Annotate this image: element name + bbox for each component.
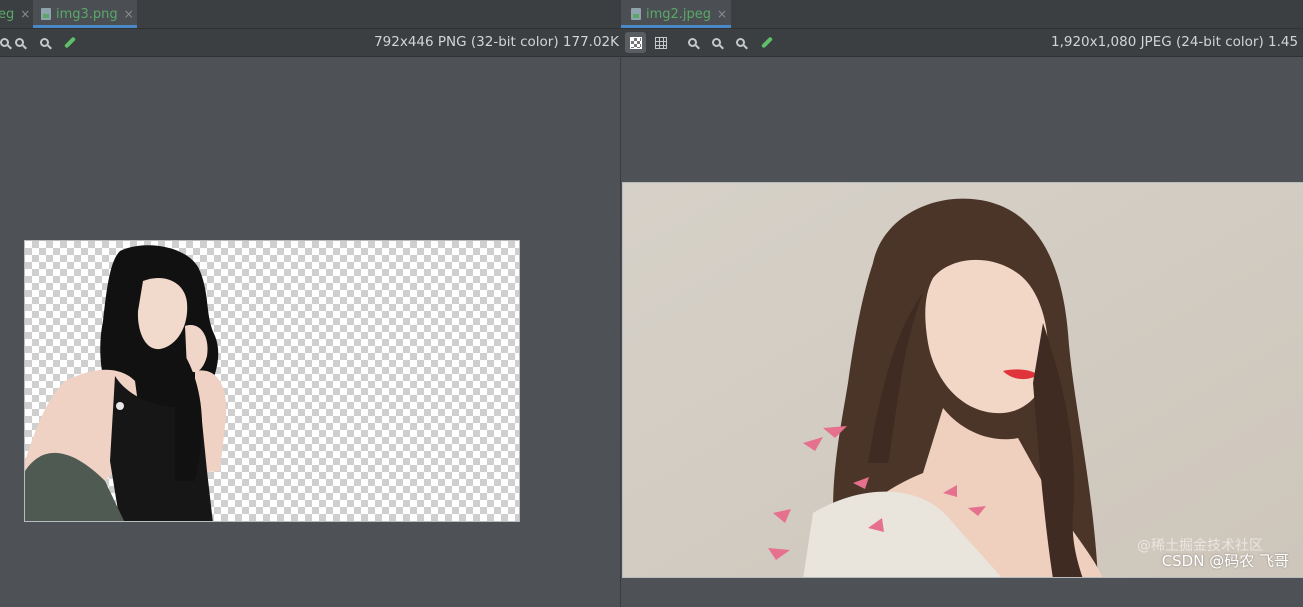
zoom-in-icon[interactable] bbox=[682, 32, 703, 53]
actual-size-icon[interactable] bbox=[34, 32, 55, 53]
zoom-out-icon[interactable] bbox=[706, 32, 727, 53]
tab-label: img2.jpeg bbox=[646, 7, 712, 22]
color-picker-icon[interactable] bbox=[59, 32, 80, 53]
portrait-photo-image bbox=[623, 183, 1303, 577]
tab-img3-png[interactable]: img3.png × bbox=[33, 0, 137, 28]
image-file-icon bbox=[41, 8, 51, 20]
right-image-canvas: @稀土掘金技术社区 CSDN @码农 飞哥 bbox=[621, 57, 1303, 607]
tab-img2-jpeg[interactable]: img2.jpeg × bbox=[621, 0, 731, 28]
image-file-icon bbox=[631, 8, 641, 20]
left-image-canvas bbox=[0, 57, 620, 607]
left-tab-bar: eg × img3.png × bbox=[0, 0, 620, 29]
watermark-text: CSDN @码农 飞哥 bbox=[1161, 552, 1289, 570]
left-editor-pane: eg × img3.png × 792x446 PNG (32-bit color)… bbox=[0, 0, 620, 607]
tab-label: eg bbox=[0, 7, 15, 22]
color-picker-icon[interactable] bbox=[756, 32, 777, 53]
left-image-toolbar: 792x446 PNG (32-bit color) 177.02K bbox=[0, 29, 620, 57]
image-preview-img3 bbox=[24, 240, 520, 522]
chessboard-icon[interactable] bbox=[625, 32, 646, 53]
right-editor-pane: img2.jpeg × 1,920x1,080 JPEG (24-bit colo… bbox=[621, 0, 1303, 607]
image-info: 1,920x1,080 JPEG (24-bit color) 1.45 bbox=[1051, 34, 1299, 50]
close-icon[interactable]: × bbox=[20, 7, 30, 21]
image-info: 792x446 PNG (32-bit color) 177.02K bbox=[374, 34, 619, 50]
right-image-toolbar: 1,920x1,080 JPEG (24-bit color) 1.45 bbox=[621, 29, 1303, 57]
portrait-cutout-image bbox=[25, 245, 227, 521]
zoom-out-icon[interactable] bbox=[9, 32, 30, 53]
tab-previous-jpeg[interactable]: eg × bbox=[0, 0, 36, 28]
tab-label: img3.png bbox=[56, 7, 118, 22]
actual-size-icon[interactable] bbox=[730, 32, 751, 53]
grid-icon[interactable] bbox=[650, 32, 671, 53]
image-preview-img2: @稀土掘金技术社区 CSDN @码农 飞哥 bbox=[622, 182, 1303, 578]
close-icon[interactable]: × bbox=[717, 7, 727, 21]
right-tab-bar: img2.jpeg × bbox=[621, 0, 1303, 29]
close-icon[interactable]: × bbox=[124, 7, 134, 21]
